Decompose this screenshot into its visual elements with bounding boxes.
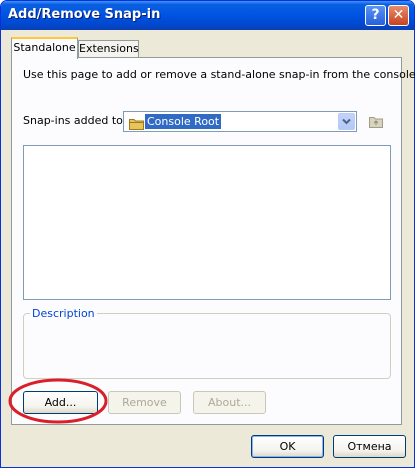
title-bar[interactable]: Add/Remove Snap-in ? ✕ (1, 1, 414, 30)
combobox-selected-value: Console Root (145, 114, 222, 129)
folder-up-icon (369, 117, 383, 128)
highlight-annotation (8, 378, 108, 424)
window-title: Add/Remove Snap-in (8, 7, 161, 22)
remove-button[interactable]: Remove (108, 391, 181, 414)
tab-extensions[interactable]: Extensions (78, 40, 139, 58)
snapins-added-to-label: Snap-ins added to: (23, 114, 127, 127)
close-button[interactable]: ✕ (388, 5, 409, 26)
intro-text: Use this page to add or remove a stand-a… (23, 68, 415, 81)
about-button[interactable]: About... (193, 391, 266, 414)
help-button[interactable]: ? (365, 5, 386, 26)
folder-icon (129, 115, 144, 134)
tab-standalone[interactable]: Standalone (11, 37, 78, 59)
description-label: Description (30, 307, 97, 320)
up-one-level-button[interactable] (366, 112, 386, 131)
snapins-added-to-combobox[interactable]: Console Root (123, 111, 357, 132)
chevron-down-icon (342, 118, 351, 125)
snapins-list[interactable] (23, 145, 391, 300)
dropdown-button[interactable] (338, 113, 355, 130)
description-group (23, 313, 391, 379)
ok-button[interactable]: OK (251, 435, 324, 458)
cancel-button[interactable]: Отмена (333, 435, 406, 458)
